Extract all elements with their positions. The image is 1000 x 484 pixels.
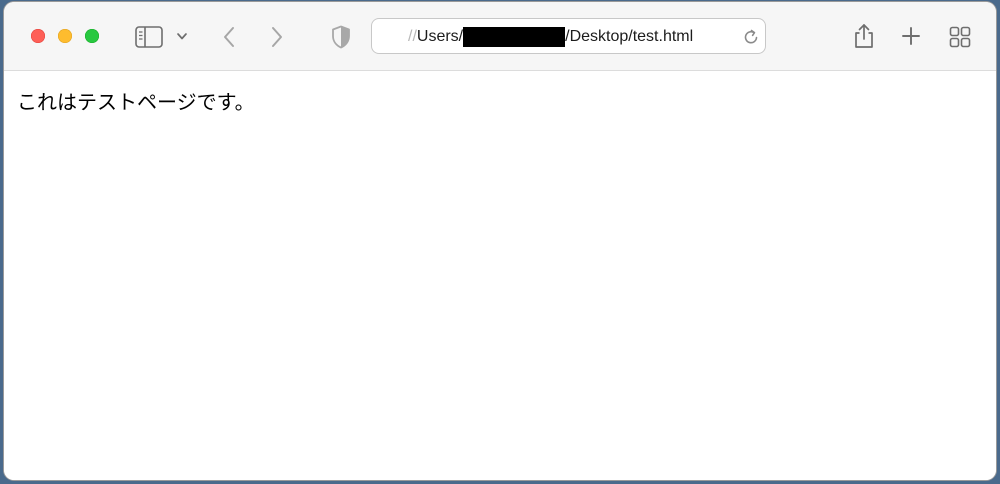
address-bar[interactable]: //Users/ /Desktop/test.html [371, 18, 766, 54]
zoom-window-button[interactable] [85, 29, 99, 43]
tab-overview-icon[interactable] [949, 26, 971, 48]
back-arrow-icon[interactable] [222, 26, 236, 48]
url-users-segment: Users/ [416, 28, 464, 45]
url-path-suffix: /Desktop/test.html [565, 28, 694, 45]
chevron-down-icon[interactable] [176, 32, 188, 41]
browser-toolbar: //Users/ /Desktop/test.html [4, 2, 996, 71]
privacy-shield-icon[interactable] [331, 25, 351, 49]
browser-window: //Users/ /Desktop/test.html これはテストページです。 [4, 2, 996, 480]
reload-icon[interactable] [742, 28, 760, 46]
sidebar-icon[interactable] [135, 26, 163, 48]
new-tab-plus-icon[interactable] [901, 26, 921, 46]
page-content: これはテストページです。 [4, 71, 996, 480]
close-window-button[interactable] [31, 29, 45, 43]
url-faded-prefix: // [408, 28, 417, 45]
minimize-window-button[interactable] [58, 29, 72, 43]
page-body-text: これはテストページです。 [17, 90, 255, 114]
url-text[interactable]: //Users/ /Desktop/test.html [408, 27, 693, 47]
forward-arrow-icon[interactable] [270, 26, 284, 48]
redacted-username [463, 27, 566, 47]
share-icon[interactable] [853, 23, 875, 49]
